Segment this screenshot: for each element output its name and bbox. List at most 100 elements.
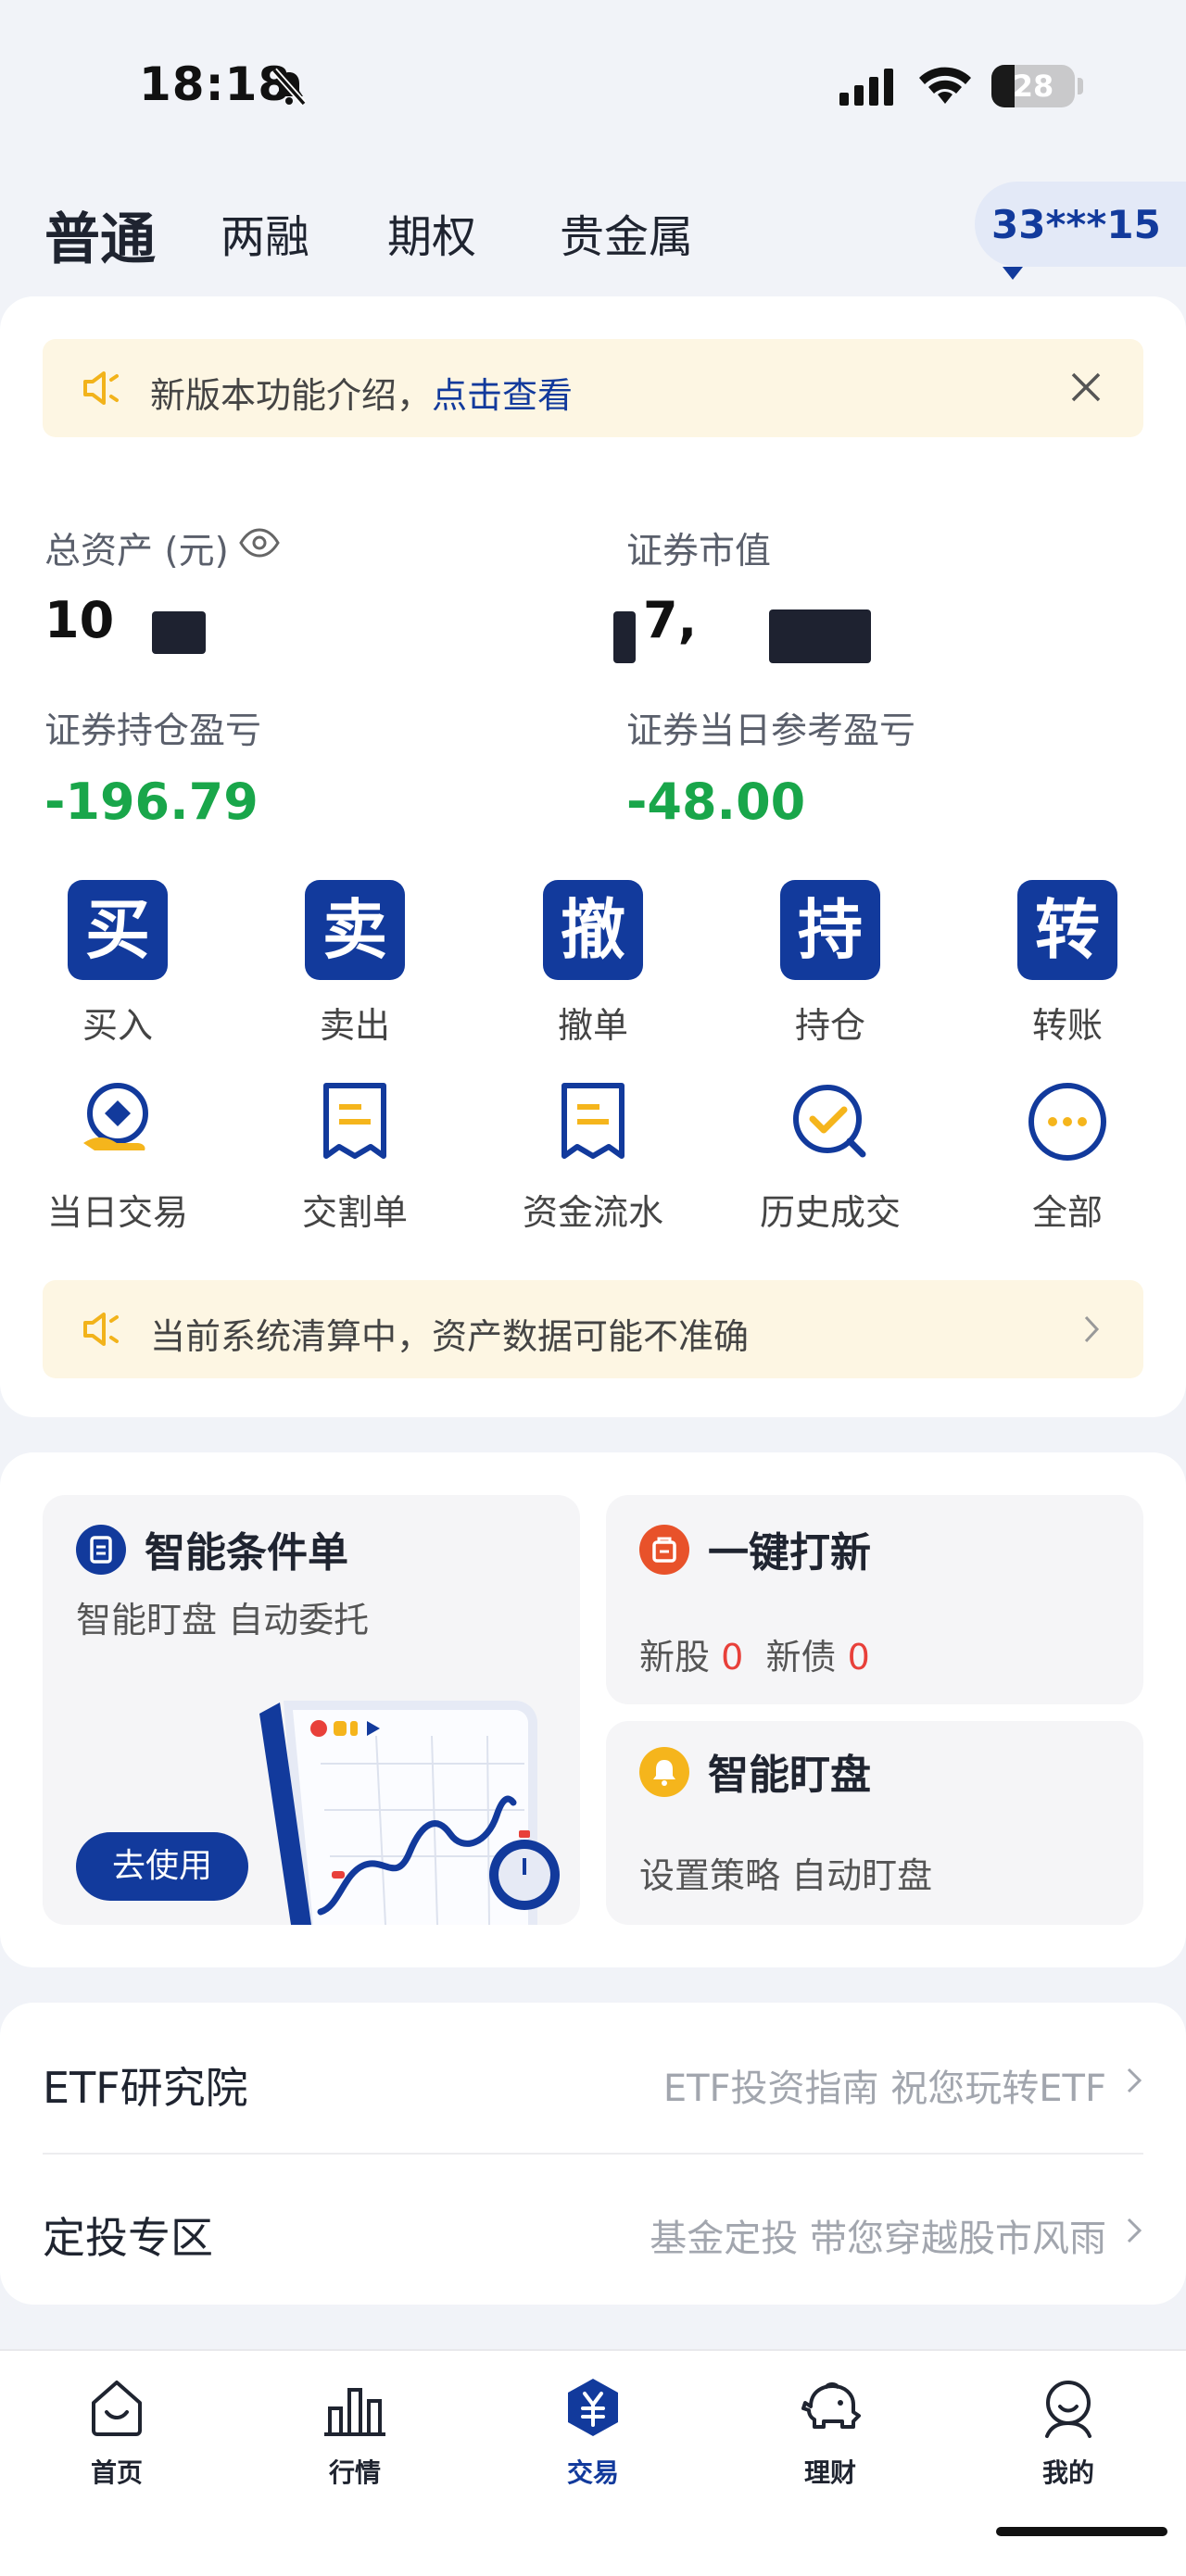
system-notice-text: 当前系统清算中，资产数据可能不准确 (150, 1316, 750, 1357)
daily-trade-label: 当日交易 (46, 1192, 188, 1233)
buy-button[interactable]: 买 买入 (34, 880, 201, 1048)
nav-market-label: 行情 (328, 2457, 381, 2488)
account-number: 33***15 (991, 202, 1161, 247)
battery-indicator: 28 (991, 65, 1075, 107)
etf-research-desc: ETF投资指南 祝您玩转ETF (662, 2067, 1106, 2110)
features-card: 智能条件单 智能盯盘 自动委托 去使用 一键打新 新股 0 新债 0 智能盯盘 … (0, 1452, 1186, 1967)
nav-home[interactable]: 首页 (43, 2375, 191, 2490)
speaker-icon (83, 371, 119, 405)
cashflow-icon (561, 1083, 625, 1159)
fixed-investment-desc: 基金定投 带您穿越股市风雨 (650, 2218, 1106, 2260)
one-click-ipo-tile[interactable]: 一键打新 新股 0 新债 0 (606, 1495, 1143, 1704)
smart-condition-order-title: 智能条件单 (145, 1529, 348, 1577)
new-stock-label: 新股 (639, 1637, 711, 1678)
daily-pl-value: -48.00 (626, 773, 806, 831)
redaction-mask (769, 609, 871, 663)
chevron-right-icon (1127, 2067, 1142, 2093)
market-icon (324, 2388, 385, 2436)
smart-monitor-subtitle: 设置策略 自动盯盘 (639, 1855, 933, 1896)
history-button[interactable]: 历史成交 (728, 1080, 932, 1235)
battery-level: 28 (1012, 69, 1054, 104)
nav-profile-label: 我的 (1041, 2457, 1094, 2488)
fixed-investment-row[interactable]: 定投专区 基金定投 带您穿越股市风雨 (43, 2156, 1143, 2305)
profile-icon (1045, 2381, 1091, 2438)
smart-monitor-tile[interactable]: 智能盯盘 设置策略 自动盯盘 (606, 1721, 1143, 1925)
positions-label: 持仓 (794, 1005, 865, 1046)
nav-trade-label: 交易 (566, 2457, 619, 2488)
speaker-icon (83, 1313, 119, 1346)
one-click-ipo-title: 一键打新 (708, 1529, 871, 1577)
nav-home-label: 首页 (90, 2457, 143, 2488)
chevron-right-icon (1127, 2218, 1142, 2243)
wifi-icon (919, 67, 971, 104)
smart-condition-order-tile[interactable]: 智能条件单 智能盯盘 自动委托 去使用 (43, 1495, 580, 1925)
sell-label: 卖出 (319, 1005, 390, 1046)
alarm-bell-icon (639, 1747, 689, 1797)
smart-condition-order-subtitle: 智能盯盘 自动委托 (76, 1600, 370, 1640)
daily-trade-button[interactable]: 当日交易 (16, 1080, 220, 1235)
total-assets-label: 总资产 (元) (44, 531, 229, 572)
row-divider (43, 2153, 1143, 2155)
bottom-navigation: 首页 行情 交易 理财 我的 (0, 2349, 1186, 2576)
daily-trade-icon (83, 1083, 148, 1150)
market-value-value: 7, (643, 591, 698, 649)
caret-down-icon (1003, 266, 1023, 280)
holding-pl-value: -196.79 (44, 773, 259, 831)
home-indicator[interactable] (996, 2527, 1167, 2536)
tab-margin[interactable]: 两融 (221, 200, 309, 265)
trade-icon (568, 2379, 618, 2436)
redaction-mask (152, 611, 206, 654)
positions-button[interactable]: 持 持仓 (747, 880, 914, 1048)
nav-wealth[interactable]: 理财 (756, 2375, 904, 2490)
cashflow-button[interactable]: 资金流水 (491, 1080, 695, 1235)
use-now-button[interactable]: 去使用 (76, 1832, 248, 1901)
transfer-button[interactable]: 转 转账 (984, 880, 1151, 1048)
new-stock-count: 0 (721, 1637, 744, 1678)
eye-icon[interactable] (239, 528, 280, 558)
close-icon[interactable] (1066, 367, 1106, 408)
all-functions-button[interactable]: 全部 (965, 1080, 1169, 1235)
chevron-right-icon (1084, 1315, 1100, 1343)
settlement-button[interactable]: 交割单 (253, 1080, 457, 1235)
fixed-investment-label: 定投专区 (43, 2213, 213, 2263)
wealth-icon (801, 2381, 861, 2429)
tab-precious-metals[interactable]: 贵金属 (560, 200, 693, 265)
system-notice-bar[interactable]: 当前系统清算中，资产数据可能不准确 (43, 1280, 1143, 1378)
assets-card: 新版本功能介绍，点击查看 总资产 (元) 10 证券市值 7, 证券持仓盈亏 -… (0, 296, 1186, 1417)
transfer-label: 转账 (1031, 1005, 1103, 1046)
total-assets-value: 10 (44, 591, 115, 649)
feature-notice-bar[interactable]: 新版本功能介绍，点击查看 (43, 339, 1143, 437)
cashflow-label: 资金流水 (522, 1192, 663, 1233)
notice-link[interactable]: 点击查看 (432, 375, 573, 416)
settlement-icon (323, 1083, 386, 1159)
tab-options[interactable]: 期权 (387, 200, 476, 265)
account-type-tabs: 普通 两融 期权 贵金属 33***15 (0, 182, 1186, 280)
more-icon (1028, 1083, 1106, 1161)
buy-icon: 买 (68, 880, 168, 980)
chart-illustration (259, 1701, 560, 1925)
tab-normal[interactable]: 普通 (44, 195, 156, 275)
daily-pl-label: 证券当日参考盈亏 (626, 710, 916, 752)
ipo-bag-icon (639, 1525, 689, 1575)
nav-trade[interactable]: 交易 (519, 2375, 667, 2490)
holding-pl-label: 证券持仓盈亏 (44, 710, 262, 752)
history-label: 历史成交 (759, 1192, 901, 1233)
services-card: ETF研究院 ETF投资指南 祝您玩转ETF 定投专区 基金定投 带您穿越股市风… (0, 2003, 1186, 2305)
settlement-label: 交割单 (301, 1192, 408, 1233)
cancel-order-button[interactable]: 撤 撤单 (510, 880, 676, 1048)
nav-profile[interactable]: 我的 (994, 2375, 1142, 2490)
etf-research-row[interactable]: ETF研究院 ETF投资指南 祝您玩转ETF (43, 2006, 1143, 2155)
home-icon (92, 2381, 142, 2436)
all-functions-label: 全部 (1031, 1192, 1103, 1233)
sell-button[interactable]: 卖 卖出 (271, 880, 438, 1048)
cancel-order-label: 撤单 (557, 1005, 628, 1046)
redaction-mask (613, 611, 636, 663)
status-bar: 18:18 28 (0, 0, 1186, 167)
notice-message: 新版本功能介绍， (150, 375, 433, 416)
etf-research-label: ETF研究院 (43, 2063, 248, 2113)
bell-muted-icon (271, 68, 307, 107)
battery-tip (1078, 78, 1083, 94)
nav-market[interactable]: 行情 (281, 2375, 429, 2490)
clipboard-icon (76, 1525, 126, 1575)
account-selector[interactable]: 33***15 (975, 182, 1186, 280)
